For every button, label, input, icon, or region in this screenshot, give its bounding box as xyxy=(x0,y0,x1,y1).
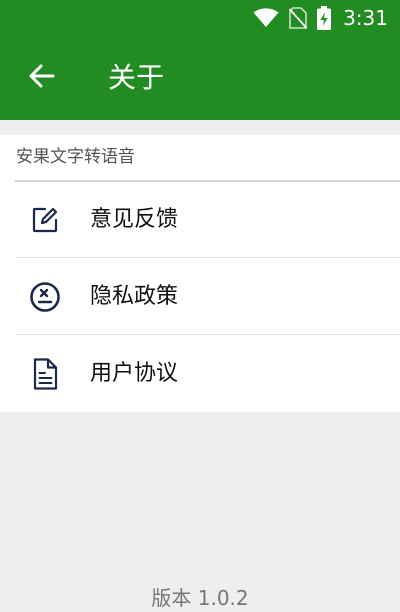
status-bar: 3:31 xyxy=(0,0,400,36)
status-icons: 3:31 xyxy=(253,4,388,32)
wifi-icon xyxy=(253,8,279,28)
edit-icon xyxy=(28,203,62,237)
battery-charging-icon xyxy=(317,6,332,30)
no-sim-icon xyxy=(289,7,308,29)
menu-item-agreement[interactable]: 用户协议 xyxy=(0,336,400,412)
menu-item-label: 意见反馈 xyxy=(90,207,179,232)
item-divider xyxy=(15,257,400,258)
menu-item-label: 隐私政策 xyxy=(90,284,179,309)
arrow-left-icon xyxy=(29,64,55,92)
menu-item-privacy[interactable]: 隐私政策 xyxy=(0,259,400,335)
status-time: 3:31 xyxy=(343,6,388,30)
item-divider xyxy=(15,334,400,335)
document-icon xyxy=(28,357,62,391)
version-text: 版本 1.0.2 xyxy=(151,586,249,610)
about-card: 安果文字转语音 意见反馈 隐私政策 用户协议 xyxy=(0,135,400,412)
back-button[interactable] xyxy=(18,56,66,100)
app-bar: 关于 xyxy=(0,36,400,120)
page-title: 关于 xyxy=(108,61,165,94)
section-header: 安果文字转语音 xyxy=(16,147,135,167)
menu-item-label: 用户协议 xyxy=(90,361,179,386)
menu-item-feedback[interactable]: 意见反馈 xyxy=(0,182,400,258)
privacy-icon xyxy=(28,280,62,314)
